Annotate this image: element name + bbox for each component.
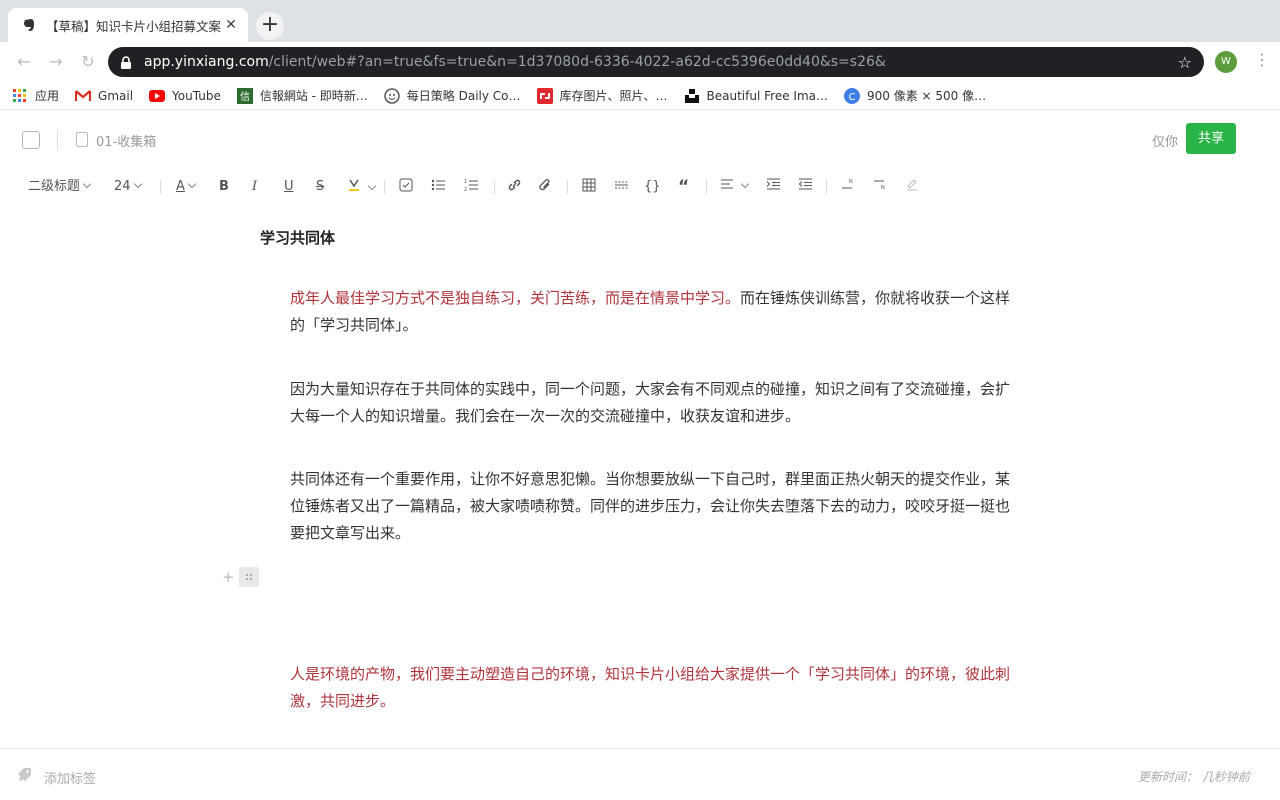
- table-icon[interactable]: [582, 178, 596, 196]
- font-size-select[interactable]: 24: [114, 178, 141, 196]
- browser-tab[interactable]: 【草稿】知识卡片小组招募文案 ✕: [8, 8, 248, 42]
- bold-icon[interactable]: B: [219, 178, 229, 196]
- italic-icon[interactable]: I: [252, 178, 257, 196]
- indent-icon[interactable]: [766, 178, 781, 196]
- profile-avatar[interactable]: W: [1215, 51, 1237, 73]
- toolbar-divider: [494, 180, 495, 194]
- highlight-icon[interactable]: [347, 178, 375, 196]
- bookmark-daily-strategy[interactable]: 每日策略 Daily Co…: [384, 87, 521, 104]
- link-icon[interactable]: [507, 178, 522, 196]
- svg-text:1: 1: [464, 179, 467, 185]
- toolbar-divider: [567, 180, 568, 194]
- subscript-icon[interactable]: N: [873, 178, 888, 196]
- checkbox-icon[interactable]: [399, 178, 413, 196]
- tab-title: 【草稿】知识卡片小组招募文案: [46, 18, 222, 34]
- canva-icon: C: [843, 87, 860, 104]
- header-divider: [57, 130, 58, 150]
- tab-close-icon[interactable]: ✕: [222, 16, 240, 34]
- code-block-icon[interactable]: {}: [644, 178, 661, 196]
- hkej-icon: 信: [236, 87, 253, 104]
- updated-time: 更新时间： 几秒钟前: [1138, 770, 1250, 784]
- add-block-icon[interactable]: +: [222, 568, 235, 586]
- back-icon[interactable]: ←: [12, 50, 36, 74]
- evernote-favicon-icon: [20, 16, 38, 34]
- svg-text:C: C: [848, 92, 855, 103]
- shutterstock-icon: [536, 87, 553, 104]
- underline-icon[interactable]: U: [284, 178, 294, 196]
- gmail-icon: [75, 88, 92, 104]
- bookmark-shutterstock[interactable]: 库存图片、照片、…: [536, 87, 668, 104]
- format-toolbar: 二级标题 24 A B I U S 12 {} “ N N: [0, 169, 1280, 205]
- tab-strip: 【草稿】知识卡片小组招募文案 ✕ +: [0, 0, 1280, 42]
- note-heading: 学习共同体: [260, 229, 336, 247]
- toolbar-divider: [706, 180, 707, 194]
- share-button[interactable]: 共享: [1186, 123, 1236, 154]
- forward-icon[interactable]: →: [44, 50, 68, 74]
- lock-icon: [120, 55, 134, 69]
- align-icon[interactable]: [720, 178, 748, 196]
- outdent-icon[interactable]: [798, 178, 813, 196]
- browser-toolbar: ← → ↻ app.yinxiang.com/client/web#?an=tr…: [0, 42, 1280, 82]
- new-tab-button[interactable]: +: [256, 12, 284, 40]
- toolbar-divider: [160, 180, 161, 194]
- apps-grid-icon: [12, 88, 28, 104]
- daily-strategy-icon: [384, 87, 400, 104]
- superscript-icon[interactable]: N: [841, 178, 856, 196]
- svg-text:N: N: [849, 179, 853, 185]
- url-text: app.yinxiang.com/client/web#?an=true&fs=…: [144, 54, 886, 70]
- paragraph-2: 因为大量知识存在于共同体的实践中，同一个问题，大家会有不同观点的碰撞，知识之间有…: [290, 380, 1011, 425]
- toolbar-divider: [384, 180, 385, 194]
- toolbar-divider: [826, 180, 827, 194]
- quote-icon[interactable]: “: [678, 178, 689, 196]
- youtube-icon: [149, 88, 166, 104]
- notebook-icon: [76, 132, 88, 147]
- unsplash-icon: [684, 88, 700, 104]
- browser-menu-icon[interactable]: ⋮: [1254, 50, 1270, 69]
- bookmark-hkej[interactable]: 信 信報網站 - 即時新…: [236, 87, 368, 104]
- paragraph-1: 成年人最佳学习方式不是独自练习，关门苦练，而是在情景中学习。而在锤炼侠训练营，你…: [290, 289, 1011, 334]
- bookmark-star-icon[interactable]: ☆: [1178, 53, 1192, 72]
- paragraph-4: 人是环境的产物，我们要主动塑造自己的环境，知识卡片小组给大家提供一个「学习共同体…: [290, 665, 1011, 710]
- bookmarks-bar: 应用 Gmail YouTube 信 信報網站 - 即時新… 每日策略 Dail…: [0, 82, 1280, 110]
- paragraph-3: 共同体还有一个重要作用，让你不好意思犯懒。当你想要放纵一下自己时，群里面正热火朝…: [290, 470, 1011, 542]
- add-tag-label[interactable]: 添加标签: [44, 768, 96, 787]
- bookmark-apps[interactable]: 应用: [12, 87, 59, 104]
- address-bar[interactable]: app.yinxiang.com/client/web#?an=true&fs=…: [108, 47, 1204, 77]
- svg-text:N: N: [881, 185, 885, 190]
- clear-format-icon[interactable]: [905, 178, 919, 196]
- heading-style-select[interactable]: 二级标题: [28, 178, 90, 196]
- bullet-list-icon[interactable]: [431, 178, 446, 196]
- sidebar-toggle-icon[interactable]: [22, 131, 40, 149]
- block-controls: +: [222, 567, 259, 587]
- divider-line-icon[interactable]: [614, 178, 629, 196]
- visibility-label: 仅你: [1152, 135, 1179, 150]
- svg-text:信: 信: [240, 91, 250, 103]
- bookmark-youtube[interactable]: YouTube: [149, 88, 221, 104]
- bookmark-gmail[interactable]: Gmail: [75, 88, 133, 104]
- strikethrough-icon[interactable]: S: [316, 178, 324, 196]
- notebook-name[interactable]: 01-收集箱: [96, 131, 156, 150]
- bookmark-unsplash[interactable]: Beautiful Free Ima…: [684, 88, 828, 104]
- attachment-icon[interactable]: [538, 178, 553, 196]
- numbered-list-icon[interactable]: 12: [464, 178, 479, 196]
- editor-header: 01-收集箱 仅你 共享: [0, 111, 1280, 169]
- font-color-icon[interactable]: A: [176, 178, 195, 196]
- bookmark-canva[interactable]: C 900 像素 × 500 像…: [843, 87, 986, 104]
- drag-handle-icon[interactable]: [238, 567, 259, 587]
- note-body[interactable]: 学习共同体 成年人最佳学习方式不是独自练习，关门苦练，而是在情景中学习。而在锤炼…: [0, 205, 1280, 748]
- svg-text:2: 2: [464, 187, 467, 192]
- tag-icon[interactable]: [16, 766, 34, 784]
- note-footer: 添加标签 更新时间： 几秒钟前: [0, 748, 1280, 800]
- reload-icon[interactable]: ↻: [76, 50, 100, 74]
